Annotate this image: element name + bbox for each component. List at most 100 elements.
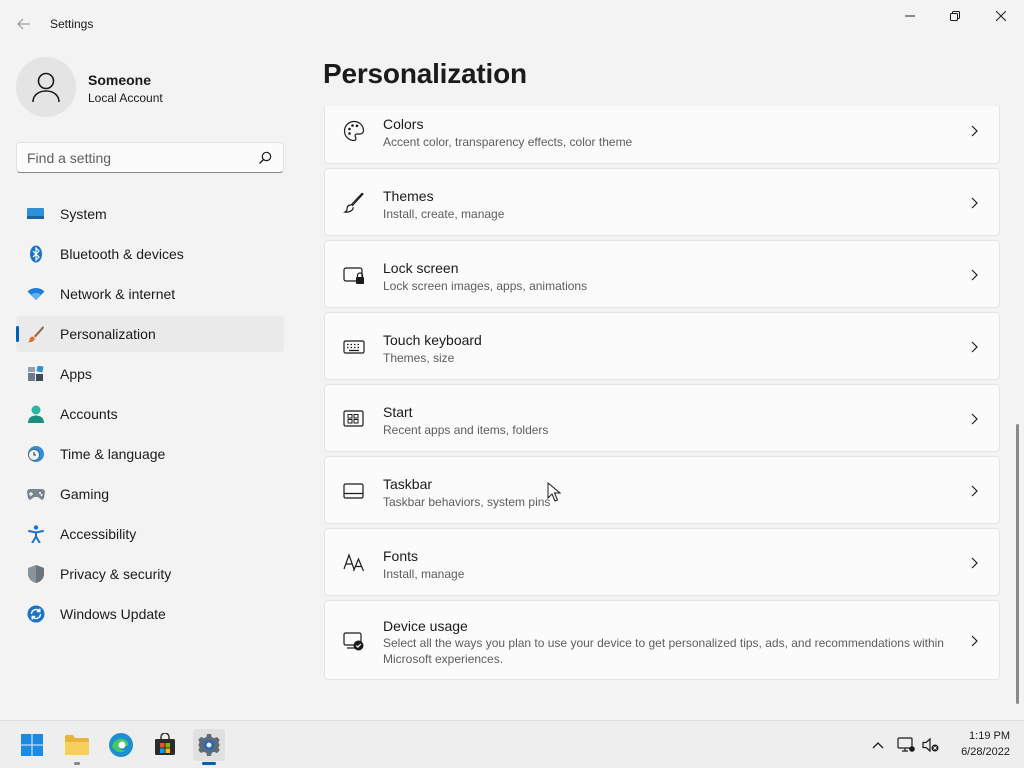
sidebar-item-label: Accounts xyxy=(60,406,118,422)
search-icon[interactable] xyxy=(257,150,273,166)
card-description: Accent color, transparency effects, colo… xyxy=(383,135,633,149)
bluetooth-icon xyxy=(27,245,45,263)
sidebar-item-network[interactable]: Network & internet xyxy=(16,276,284,312)
card-themes[interactable]: Themes Install, create, manage xyxy=(324,168,1000,236)
sidebar-item-windows-update[interactable]: Windows Update xyxy=(16,596,284,632)
card-device-usage[interactable]: Device usage Select all the ways you pla… xyxy=(324,600,1000,680)
app-title: Settings xyxy=(50,17,94,31)
account-type: Local Account xyxy=(88,91,163,105)
sidebar-item-time-language[interactable]: Time & language xyxy=(16,436,284,472)
search-input[interactable] xyxy=(27,149,247,167)
avatar[interactable] xyxy=(16,57,76,117)
taskbar-file-explorer[interactable] xyxy=(61,729,93,765)
card-touch-keyboard[interactable]: Touch keyboard Themes, size xyxy=(324,312,1000,380)
card-title: Start xyxy=(383,404,413,420)
card-description: Install, manage xyxy=(383,567,465,581)
user-name: Someone xyxy=(88,72,152,88)
card-fonts[interactable]: Fonts Install, manage xyxy=(324,528,1000,596)
sidebar-item-personalization[interactable]: Personalization xyxy=(16,316,284,352)
edge-icon xyxy=(109,733,133,757)
windows-start-icon xyxy=(21,734,43,756)
title-bar: Settings xyxy=(0,0,1024,48)
card-lock-screen[interactable]: Lock screen Lock screen images, apps, an… xyxy=(324,240,1000,308)
card-title: Touch keyboard xyxy=(383,332,482,348)
start-button[interactable] xyxy=(16,729,48,761)
card-start[interactable]: Start Recent apps and items, folders xyxy=(324,384,1000,452)
monitor-icon xyxy=(27,205,45,223)
taskbar-icon xyxy=(343,480,365,502)
shield-icon xyxy=(27,565,45,583)
card-title: Themes xyxy=(383,188,434,204)
chevron-up-icon xyxy=(872,742,884,749)
card-colors[interactable]: Colors Accent color, transparency effect… xyxy=(324,106,1000,164)
chevron-right-icon xyxy=(971,269,978,281)
page-title: Personalization xyxy=(323,58,527,89)
back-arrow-icon xyxy=(17,18,30,30)
mouse-cursor-icon xyxy=(547,482,561,502)
selection-indicator xyxy=(16,326,19,342)
card-title: Fonts xyxy=(383,548,419,564)
show-hidden-icons-button[interactable] xyxy=(868,735,888,755)
sidebar-item-accounts[interactable]: Accounts xyxy=(16,396,284,432)
clock-globe-icon xyxy=(27,445,45,463)
active-indicator xyxy=(202,762,216,765)
card-description: Select all the ways you plan to use your… xyxy=(383,636,944,666)
sidebar-nav: System Bluetooth & devices Network & int… xyxy=(16,196,284,636)
person-icon xyxy=(32,72,60,103)
person-icon xyxy=(27,405,45,423)
card-description: Taskbar behaviors, system pins xyxy=(383,495,551,509)
taskbar-store[interactable] xyxy=(149,729,181,761)
palette-icon xyxy=(343,120,365,142)
settings-list: Colors Accent color, transparency effect… xyxy=(324,106,1000,706)
sidebar-item-gaming[interactable]: Gaming xyxy=(16,476,284,512)
clock-date[interactable]: 6/28/2022 xyxy=(950,746,1010,758)
clock-time[interactable]: 1:19 PM xyxy=(968,730,1010,742)
minimize-icon xyxy=(905,15,915,17)
volume-muted-icon xyxy=(922,737,939,753)
fonts-icon xyxy=(343,551,365,573)
scrollbar[interactable] xyxy=(1016,424,1019,704)
sidebar-item-apps[interactable]: Apps xyxy=(16,356,284,392)
close-button[interactable] xyxy=(978,0,1024,32)
sidebar-item-system[interactable]: System xyxy=(16,196,284,232)
minimize-button[interactable] xyxy=(887,0,933,32)
card-title: Taskbar xyxy=(383,476,433,492)
chevron-right-icon xyxy=(971,485,978,497)
sidebar-item-accessibility[interactable]: Accessibility xyxy=(16,516,284,552)
sidebar-item-label: Time & language xyxy=(60,446,166,462)
card-description: Themes, size xyxy=(383,351,455,365)
close-icon xyxy=(996,11,1006,21)
sidebar-item-privacy[interactable]: Privacy & security xyxy=(16,556,284,592)
apps-icon xyxy=(27,365,45,383)
sidebar-item-label: Privacy & security xyxy=(60,566,172,582)
sidebar-item-bluetooth[interactable]: Bluetooth & devices xyxy=(16,236,284,272)
keyboard-icon xyxy=(343,336,365,358)
sidebar-item-label: Gaming xyxy=(60,486,110,502)
paintbrush-icon xyxy=(27,325,45,343)
card-title: Colors xyxy=(383,116,424,132)
taskbar-settings[interactable] xyxy=(193,729,225,765)
running-indicator xyxy=(74,762,80,765)
settings-gear-icon xyxy=(198,734,220,756)
chevron-right-icon xyxy=(971,341,978,353)
volume-status[interactable] xyxy=(921,735,941,755)
store-icon xyxy=(155,733,175,755)
network-status[interactable] xyxy=(896,735,916,755)
card-title: Device usage xyxy=(383,618,468,634)
update-icon xyxy=(27,605,45,623)
search-box[interactable] xyxy=(16,142,284,173)
settings-window: Settings Someone Local Account Find a se… xyxy=(0,0,1024,720)
back-button[interactable] xyxy=(12,12,36,36)
lock-screen-icon xyxy=(343,264,365,286)
sidebar-item-label: Accessibility xyxy=(60,526,137,542)
card-description: Recent apps and items, folders xyxy=(383,423,549,437)
taskbar-edge[interactable] xyxy=(105,729,137,761)
card-taskbar[interactable]: Taskbar Taskbar behaviors, system pins xyxy=(324,456,1000,524)
brush-icon xyxy=(343,192,365,214)
device-usage-icon xyxy=(343,630,365,652)
sidebar-item-label: System xyxy=(60,206,107,222)
card-description: Lock screen images, apps, animations xyxy=(383,279,588,293)
sidebar-item-label: Bluetooth & devices xyxy=(60,246,184,262)
gamepad-icon xyxy=(27,485,45,503)
maximize-button[interactable] xyxy=(932,0,978,32)
